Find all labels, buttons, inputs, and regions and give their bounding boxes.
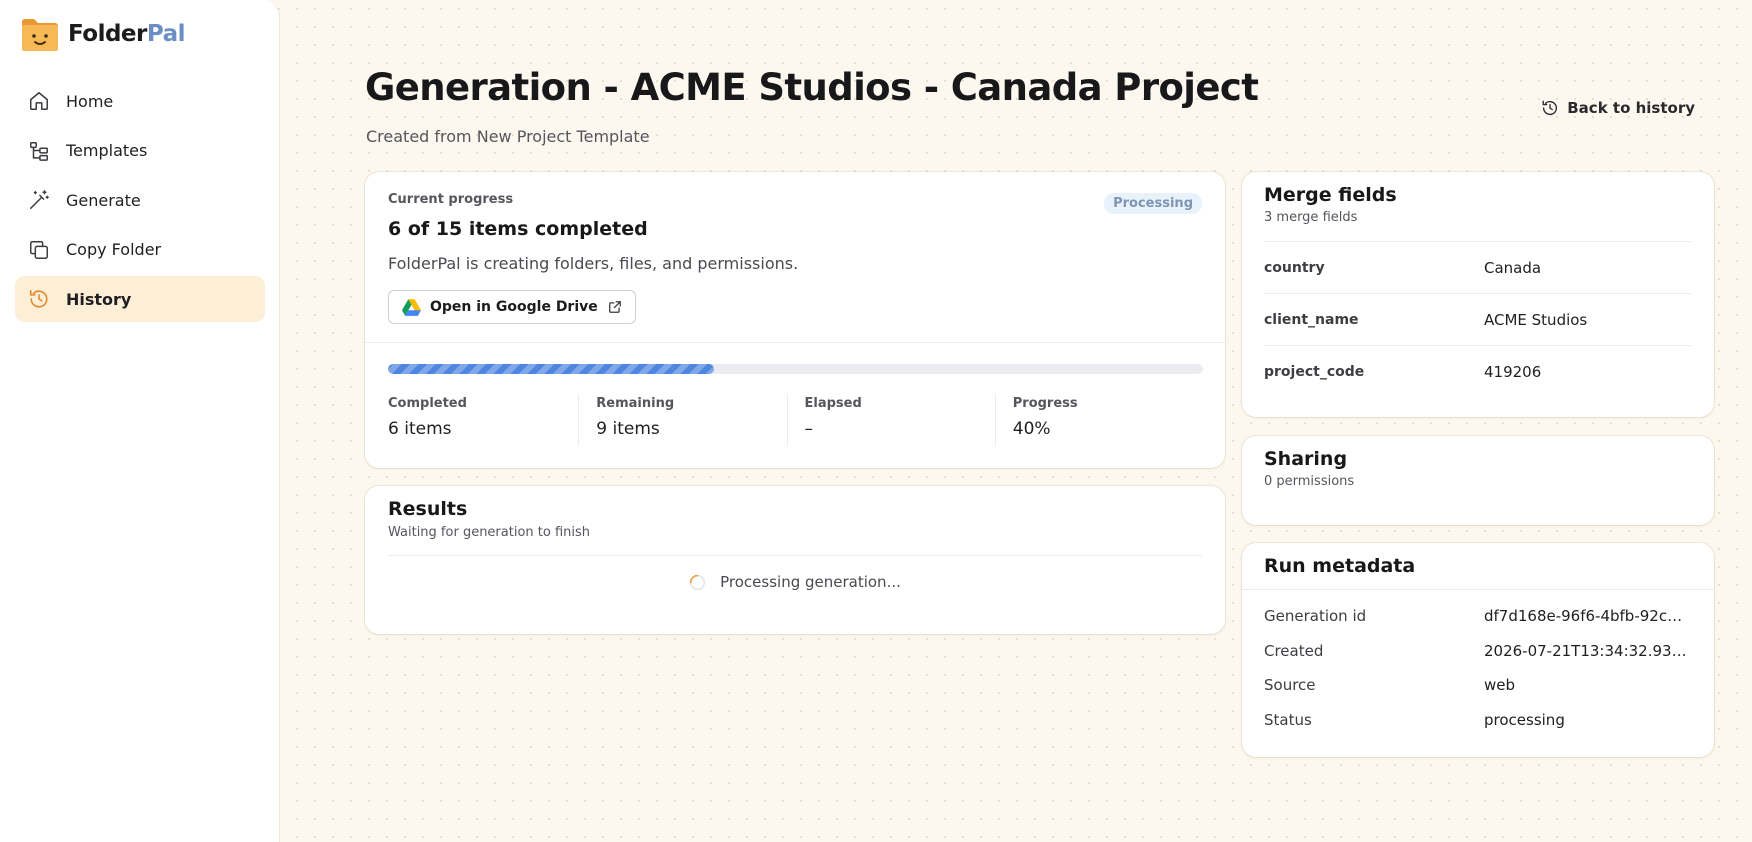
status-badge: Processing: [1104, 193, 1202, 214]
metadata-row: Generation id df7d168e-96f6-4bfb-92c8…: [1264, 599, 1692, 634]
merge-field-value: 419206: [1484, 362, 1542, 381]
stat-remaining: Remaining 9 items: [578, 394, 786, 446]
back-to-history-label: Back to history: [1567, 99, 1695, 117]
history-icon: [27, 287, 51, 311]
open-in-google-drive-label: Open in Google Drive: [430, 299, 598, 315]
progress-description: FolderPal is creating folders, files, an…: [388, 254, 799, 273]
metadata-row: Created 2026-07-21T13:34:32.9318…: [1264, 634, 1692, 669]
copy-icon: [27, 238, 51, 262]
sidebar-item-label: Generate: [66, 190, 141, 210]
processing-indicator: Processing generation...: [365, 573, 1225, 591]
sharing-card: Sharing 0 permissions: [1242, 436, 1714, 525]
spinner-icon: [689, 574, 706, 590]
progress-bar-fill: [388, 364, 714, 374]
progress-bar: [388, 364, 1203, 374]
merge-field-row: client_name ACME Studios: [1264, 293, 1692, 345]
progress-count: 6 of 15 items completed: [388, 218, 648, 240]
sharing-title: Sharing: [1264, 448, 1348, 470]
metadata-key: Generation id: [1264, 607, 1367, 626]
merge-field-value: ACME Studios: [1484, 310, 1588, 329]
metadata-key: Created: [1264, 641, 1324, 660]
metadata-value: 2026-07-21T13:34:32.9318…: [1484, 641, 1690, 660]
stat-elapsed: Elapsed –: [786, 394, 995, 446]
merge-fields-list: country Canada client_name ACME Studios …: [1264, 241, 1692, 397]
sidebar-item-copy-folder[interactable]: Copy Folder: [15, 227, 265, 273]
metadata-key: Status: [1264, 710, 1312, 729]
stat-value: 9 items: [596, 419, 660, 439]
results-title: Results: [388, 498, 468, 520]
history-icon: [1542, 100, 1558, 116]
stat-label: Remaining: [596, 396, 675, 411]
run-metadata-title: Run metadata: [1264, 555, 1416, 577]
divider: [365, 342, 1225, 343]
metadata-row: Status processing: [1264, 703, 1692, 738]
merge-field-key: project_code: [1264, 363, 1365, 380]
sidebar-item-label: Home: [66, 91, 114, 111]
templates-icon: [27, 139, 51, 163]
sidebar-item-history[interactable]: History: [15, 276, 265, 322]
merge-field-value: Canada: [1484, 258, 1542, 277]
sidebar: FolderPal Home Templates Generate Copy F…: [0, 0, 280, 842]
progress-label: Current progress: [388, 192, 514, 207]
metadata-row: Source web: [1264, 668, 1692, 703]
results-subtitle: Waiting for generation to finish: [388, 525, 591, 540]
sidebar-nav: Home Templates Generate Copy Folder Hist…: [15, 78, 265, 326]
page-title: Generation - ACME Studios - Canada Proje…: [365, 66, 1259, 109]
sidebar-item-label: Templates: [66, 141, 148, 160]
folderpal-logo-icon: [22, 19, 58, 51]
google-drive-icon: [402, 298, 421, 316]
back-to-history-link[interactable]: Back to history: [1541, 99, 1695, 117]
stat-label: Progress: [1012, 396, 1078, 411]
brand-name-part2: Pal: [146, 21, 186, 47]
open-in-google-drive-button[interactable]: Open in Google Drive: [388, 290, 636, 324]
sidebar-item-label: Copy Folder: [66, 240, 162, 259]
stat-label: Completed: [388, 396, 467, 411]
merge-field-row: country Canada: [1264, 241, 1692, 293]
stat-progress: Progress 40%: [994, 394, 1203, 446]
merge-field-key: client_name: [1264, 311, 1359, 328]
sidebar-item-templates[interactable]: Templates: [15, 128, 265, 174]
page-subtitle: Created from New Project Template: [366, 127, 650, 146]
sidebar-item-generate[interactable]: Generate: [15, 177, 265, 223]
metadata-value: web: [1484, 676, 1516, 695]
stat-value: 40%: [1012, 419, 1051, 439]
run-metadata-list: Generation id df7d168e-96f6-4bfb-92c8… C…: [1264, 599, 1692, 737]
brand[interactable]: FolderPal: [20, 14, 186, 54]
home-icon: [27, 89, 51, 113]
stat-completed: Completed 6 items: [388, 394, 578, 446]
stat-label: Elapsed: [804, 396, 862, 411]
progress-stats: Completed 6 items Remaining 9 items Elap…: [388, 394, 1203, 446]
merge-field-key: country: [1264, 259, 1325, 276]
merge-fields-subtitle: 3 merge fields: [1264, 210, 1358, 225]
merge-fields-title: Merge fields: [1264, 184, 1397, 206]
sidebar-item-home[interactable]: Home: [15, 78, 265, 124]
divider: [388, 555, 1202, 556]
magic-wand-icon: [27, 188, 51, 212]
merge-field-row: project_code 419206: [1264, 345, 1692, 397]
results-card: Results Waiting for generation to finish…: [365, 486, 1225, 634]
merge-fields-card: Merge fields 3 merge fields country Cana…: [1242, 172, 1714, 417]
metadata-value: processing: [1484, 710, 1565, 729]
brand-name-part1: Folder: [68, 21, 147, 47]
external-link-icon: [608, 301, 621, 313]
metadata-key: Source: [1264, 676, 1316, 695]
run-metadata-card: Run metadata Generation id df7d168e-96f6…: [1242, 543, 1714, 757]
sidebar-item-label: History: [66, 289, 132, 309]
processing-text: Processing generation...: [720, 573, 901, 591]
divider: [1242, 589, 1714, 590]
stat-value: 6 items: [388, 419, 452, 439]
sharing-subtitle: 0 permissions: [1264, 474, 1355, 489]
progress-card: Current progress Processing 6 of 15 item…: [365, 172, 1225, 468]
stat-value: –: [804, 419, 814, 439]
metadata-value: df7d168e-96f6-4bfb-92c8…: [1484, 607, 1690, 626]
brand-name: FolderPal: [68, 21, 186, 47]
